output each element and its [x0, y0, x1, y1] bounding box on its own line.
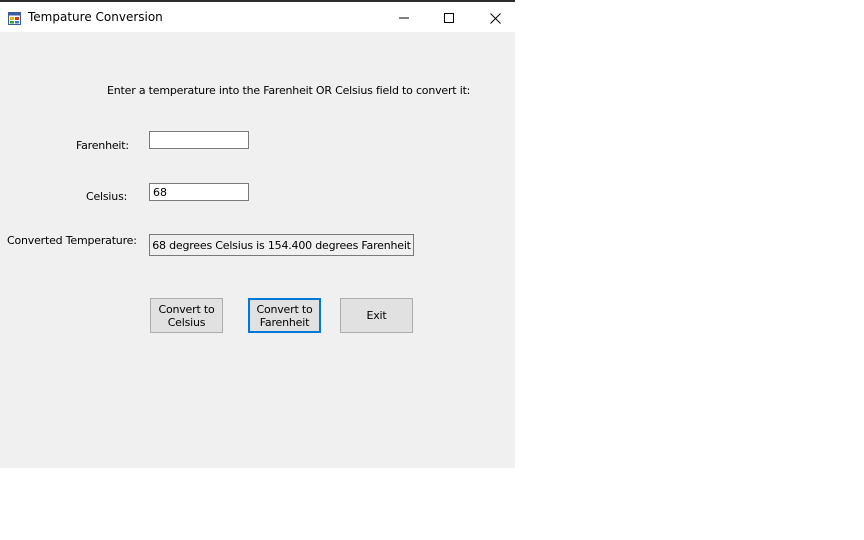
convert-to-celsius-button[interactable]: Convert to Celsius: [150, 298, 223, 333]
exit-label: Exit: [366, 309, 387, 322]
minimize-icon: [399, 13, 409, 23]
form-icon: [8, 10, 21, 25]
converted-temperature-label: Converted Temperature:: [7, 234, 137, 247]
window-title: Tempature Conversion: [28, 10, 163, 24]
farenheit-input[interactable]: [149, 131, 249, 149]
close-button[interactable]: [472, 4, 518, 32]
convert-to-celsius-label: Convert to Celsius: [158, 302, 215, 329]
farenheit-label: Farenheit:: [76, 139, 129, 152]
converted-temperature-output: 68 degrees Celsius is 154.400 degrees Fa…: [149, 234, 414, 256]
exit-button[interactable]: Exit: [340, 298, 413, 333]
instructions-label: Enter a temperature into the Farenheit O…: [107, 84, 471, 97]
form-client-area: Enter a temperature into the Farenheit O…: [0, 32, 515, 468]
app-window: Tempature Conversion Enter a temperature…: [0, 0, 515, 468]
maximize-button[interactable]: [426, 4, 472, 32]
close-icon: [489, 12, 501, 24]
celsius-label: Celsius:: [86, 190, 128, 203]
celsius-input[interactable]: [149, 183, 249, 201]
minimize-button[interactable]: [381, 4, 427, 32]
title-bar[interactable]: Tempature Conversion: [0, 2, 515, 32]
maximize-icon: [444, 13, 454, 23]
convert-to-farenheit-label: Convert to Farenheit: [256, 302, 313, 329]
convert-to-farenheit-button[interactable]: Convert to Farenheit: [248, 298, 321, 333]
